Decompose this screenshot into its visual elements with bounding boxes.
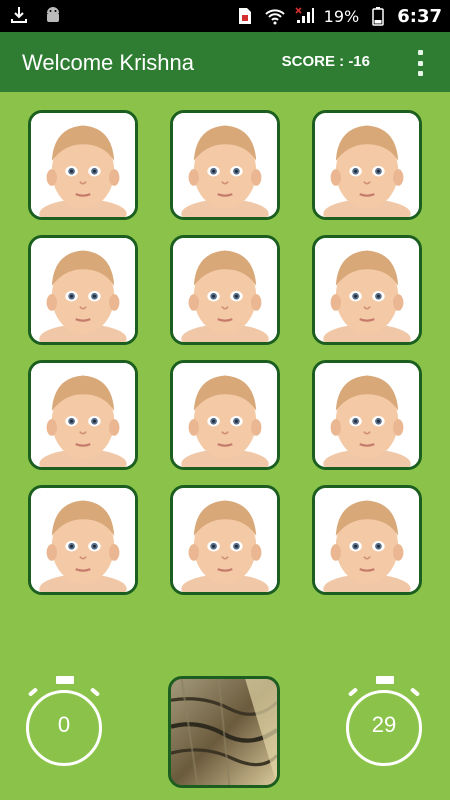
memory-card[interactable]	[170, 110, 280, 220]
countdown-timer-value: 29	[371, 712, 397, 737]
battery-icon	[367, 5, 389, 27]
memory-card[interactable]	[170, 485, 280, 595]
memory-card[interactable]	[28, 110, 138, 220]
memory-card[interactable]	[312, 235, 422, 345]
memory-card[interactable]	[28, 360, 138, 470]
memory-card[interactable]	[312, 485, 422, 595]
baby-face-image	[315, 488, 419, 592]
app-title: Welcome Krishna	[22, 50, 194, 75]
android-icon	[42, 4, 64, 26]
memory-card[interactable]	[170, 360, 280, 470]
overflow-menu-icon[interactable]	[416, 50, 424, 76]
tree-bark-image	[171, 679, 277, 785]
clock-time: 6:37	[397, 5, 442, 27]
memory-card[interactable]	[170, 235, 280, 345]
score-label: SCORE : -16	[281, 53, 370, 70]
memory-card[interactable]	[312, 110, 422, 220]
baby-face-image	[31, 363, 135, 467]
stopwatch-cap	[376, 676, 394, 684]
baby-face-image	[315, 363, 419, 467]
signal-icon	[294, 5, 316, 27]
card-grid	[28, 110, 423, 600]
app-bar: Welcome Krishna SCORE : -16	[0, 32, 450, 92]
stopwatch-lug	[27, 687, 39, 697]
baby-face-image	[31, 113, 135, 217]
stopwatch-lug	[347, 687, 359, 697]
next-card	[168, 676, 280, 788]
sim-icon	[234, 5, 256, 27]
stopwatch-cap	[56, 676, 74, 684]
memory-card[interactable]	[28, 235, 138, 345]
baby-face-image	[173, 363, 277, 467]
download-icon	[8, 4, 30, 26]
baby-face-image	[31, 238, 135, 342]
wifi-icon	[264, 5, 286, 27]
memory-card[interactable]	[28, 485, 138, 595]
stopwatch-lug	[89, 687, 101, 697]
baby-face-image	[315, 238, 419, 342]
stopwatch-lug	[409, 687, 421, 697]
baby-face-image	[173, 238, 277, 342]
right-stopwatch: 29	[346, 676, 426, 766]
status-bar: 19% 6:37	[0, 0, 450, 32]
baby-face-image	[173, 488, 277, 592]
baby-face-image	[173, 113, 277, 217]
elapsed-timer-value: 0	[57, 712, 71, 737]
battery-percentage: 19%	[323, 6, 360, 26]
baby-face-image	[31, 488, 135, 592]
left-stopwatch: 0	[26, 676, 106, 766]
memory-card[interactable]	[312, 360, 422, 470]
baby-face-image	[315, 113, 419, 217]
